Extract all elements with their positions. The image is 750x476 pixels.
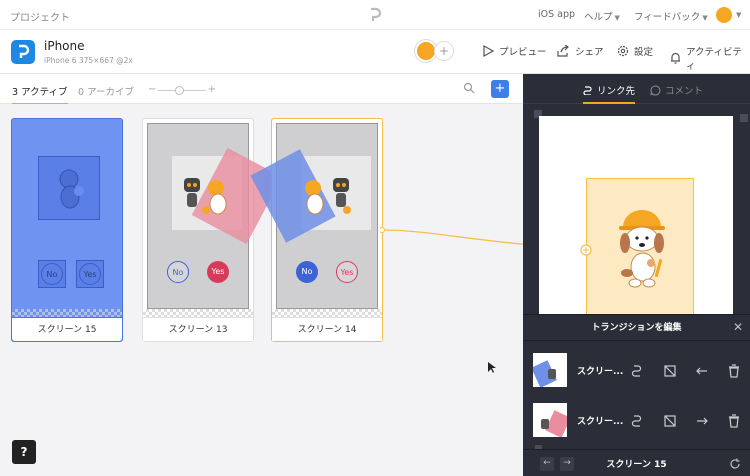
yes-button: Yes <box>336 261 358 283</box>
gear-icon <box>617 45 629 57</box>
yes-button: Yes <box>207 261 229 283</box>
bell-icon <box>671 52 680 64</box>
help-menu[interactable]: ヘルプ ▼ <box>584 9 620 23</box>
robot-shape <box>541 419 549 429</box>
arrow-right-icon[interactable] <box>692 411 712 431</box>
link-icon <box>583 86 592 95</box>
trash-icon[interactable] <box>724 411 744 431</box>
link-anchor-icon[interactable] <box>579 243 593 257</box>
chevron-down-icon[interactable]: ▼ <box>736 11 741 19</box>
screen-navigator: ← → スクリーン 15 <box>523 449 750 476</box>
no-button-frame: No <box>38 260 66 288</box>
link-icon[interactable] <box>627 411 647 431</box>
screen-card-14[interactable]: No Yes スクリーン 14 <box>250 118 383 342</box>
transition-type-icon[interactable] <box>660 411 680 431</box>
tab-comments[interactable]: コメント <box>650 83 703 97</box>
protopie-logo-icon[interactable] <box>368 7 382 23</box>
transition-thumbnail <box>533 353 567 387</box>
help-button[interactable]: ? <box>12 440 36 464</box>
robot-dog-illustration-icon <box>184 178 227 215</box>
transition-editor-title: トランジションを編集 <box>523 315 750 341</box>
arrow-left-icon[interactable] <box>692 361 712 381</box>
screens-canvas: No Yes スクリーン 15 No Yes スクリーン 13 No Yes ス… <box>0 104 588 476</box>
refresh-icon[interactable] <box>729 458 741 470</box>
close-icon[interactable]: ✕ <box>733 321 743 333</box>
search-icon[interactable] <box>463 82 475 94</box>
robot-shape <box>548 369 556 379</box>
transition-thumbnail <box>533 403 567 437</box>
user-avatar[interactable] <box>716 7 732 23</box>
yes-button-frame: Yes <box>76 260 104 288</box>
link-icon[interactable] <box>627 361 647 381</box>
dog-illustration-icon <box>619 210 665 288</box>
screen-thumbnail: No Yes <box>16 123 118 309</box>
robot-image-placeholder <box>38 156 100 220</box>
robot-dog-illustration-icon <box>305 178 351 215</box>
chevron-down-icon: ▼ <box>702 14 708 22</box>
no-button: No <box>167 261 189 283</box>
tab-archived-screens[interactable]: 0 アーカイブ <box>78 84 134 98</box>
screen-card-13[interactable]: No Yes スクリーン 13 <box>142 118 283 342</box>
target-screen-preview <box>539 116 733 318</box>
screen-label[interactable]: スクリーン 14 <box>272 317 382 341</box>
settings-button[interactable]: 設定 <box>617 44 653 58</box>
transition-row[interactable]: スクリー... <box>523 351 750 391</box>
yes-button: Yes <box>79 263 101 285</box>
share-icon <box>557 45 569 57</box>
screen-thumbnail: No Yes <box>147 123 283 309</box>
chevron-down-icon: ▼ <box>614 14 620 22</box>
feedback-menu[interactable]: フィードバック ▼ <box>634 9 708 23</box>
screen-label[interactable]: スクリーン 13 <box>143 317 253 341</box>
share-button[interactable]: シェア <box>557 44 604 58</box>
comment-icon <box>650 84 661 96</box>
top-bar: プロジェクト iOS app ヘルプ ▼ フィードバック ▼ ▼ <box>0 0 750 30</box>
ios-app-link[interactable]: iOS app <box>538 9 575 20</box>
zoom-slider[interactable]: − + <box>148 84 216 96</box>
zoom-handle[interactable] <box>175 86 184 95</box>
zoom-out-icon[interactable]: − <box>148 84 156 95</box>
add-collaborator-button[interactable]: + <box>434 41 454 61</box>
tab-active-screens[interactable]: 3 アクティブ <box>12 84 68 105</box>
project-header: iPhone iPhone 6 375×667 @2x + プレビュー シェア … <box>0 30 750 74</box>
transition-target-name: スクリー... <box>577 367 624 377</box>
dog-illustration-icon <box>59 169 84 209</box>
screens-toolbar: 3 アクティブ 0 アーカイブ − + <box>0 74 523 105</box>
protopie-logo-icon <box>19 44 30 58</box>
trash-icon[interactable] <box>724 361 744 381</box>
inspector-tabs: リンク先 コメント <box>523 74 750 104</box>
mouse-cursor-icon <box>488 362 496 373</box>
transition-type-icon[interactable] <box>660 361 680 381</box>
menu-handle-icon[interactable] <box>740 114 748 122</box>
current-screen-name: スクリーン 15 <box>606 460 667 470</box>
zoom-in-icon[interactable]: + <box>208 84 216 95</box>
no-button: No <box>41 263 63 285</box>
tab-links[interactable]: リンク先 <box>583 83 636 104</box>
no-button: No <box>296 261 318 283</box>
link-inspector-panel: リンク先 コメント トランジションを編集 ✕ スクリー... スクリー... ←… <box>523 74 750 476</box>
hotspot-target-area[interactable] <box>586 178 694 318</box>
project-app-icon <box>11 40 35 64</box>
project-name: iPhone <box>44 39 85 53</box>
preview-button[interactable]: プレビュー <box>482 44 547 58</box>
screen-thumbnail: No Yes <box>250 123 378 309</box>
screen-label[interactable]: スクリーン 15 <box>12 317 122 341</box>
project-device-info: iPhone 6 375×667 @2x <box>44 56 133 65</box>
screen-card-15[interactable]: No Yes スクリーン 15 <box>11 118 123 342</box>
transition-row[interactable]: スクリー... <box>523 401 750 441</box>
play-icon <box>483 45 494 57</box>
projects-link[interactable]: プロジェクト <box>10 9 70 24</box>
transition-target-name: スクリー... <box>577 417 624 427</box>
add-screen-button[interactable]: + <box>491 80 509 98</box>
activity-button[interactable]: アクティビティ <box>670 44 750 72</box>
